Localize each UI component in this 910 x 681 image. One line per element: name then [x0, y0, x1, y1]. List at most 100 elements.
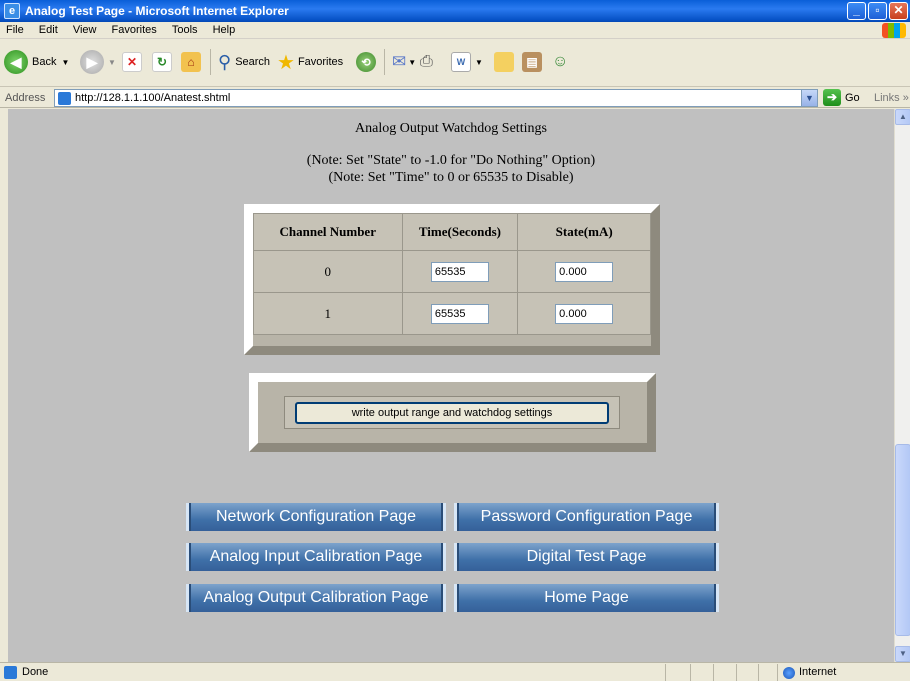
- scrollbar-thumb[interactable]: [895, 444, 910, 636]
- ie-icon: e: [4, 3, 20, 19]
- edit-icon: W: [451, 52, 471, 72]
- windows-logo-icon: [882, 23, 906, 38]
- page-icon: [58, 92, 71, 105]
- state-cell: 0.000: [517, 250, 651, 293]
- state-input-ch0[interactable]: 0.000: [555, 261, 614, 282]
- research-icon: ▤: [522, 52, 542, 72]
- menu-tools[interactable]: Tools: [166, 22, 204, 36]
- digital-test-link[interactable]: Digital Test Page: [454, 543, 719, 571]
- menu-file[interactable]: File: [0, 22, 30, 36]
- address-url[interactable]: http://128.1.1.100/Anatest.shtml: [75, 92, 230, 104]
- window-title: Analog Test Page - Microsoft Internet Ex…: [25, 4, 289, 18]
- menu-favorites[interactable]: Favorites: [106, 22, 163, 36]
- go-arrow-icon: ➔: [823, 89, 841, 106]
- print-button[interactable]: ⎙: [420, 47, 433, 77]
- time-input-ch1[interactable]: 65535: [430, 303, 489, 324]
- menu-help[interactable]: Help: [207, 22, 242, 36]
- state-input-ch1[interactable]: 0.000: [555, 303, 614, 324]
- address-input[interactable]: http://128.1.1.100/Anatest.shtml ▼: [54, 89, 818, 107]
- messenger-button[interactable]: ☺: [552, 47, 568, 77]
- chevron-down-icon: ▼: [475, 57, 483, 67]
- print-icon: ⎙: [420, 53, 433, 70]
- address-bar: Address http://128.1.1.100/Anatest.shtml…: [0, 88, 910, 108]
- toolbar-separator: [384, 49, 385, 75]
- table-row: 0 65535 0.000: [253, 250, 651, 293]
- stop-button[interactable]: ✕: [122, 47, 142, 77]
- search-label: Search: [235, 56, 271, 68]
- back-label: Back: [32, 56, 57, 68]
- chevron-down-icon: ▼: [61, 57, 70, 67]
- write-panel: write output range and watchdog settings: [249, 373, 656, 452]
- status-divider: [777, 664, 778, 681]
- stop-icon: ✕: [122, 52, 142, 72]
- folder-button[interactable]: [494, 47, 514, 77]
- scroll-down-arrow-icon[interactable]: ▼: [895, 646, 910, 662]
- time-input-ch0[interactable]: 65535: [430, 261, 489, 282]
- time-cell: 65535: [401, 250, 519, 293]
- watchdog-table: Channel Number Time(Seconds) State(mA) 0…: [253, 213, 651, 335]
- toolbar-separator: [210, 49, 211, 75]
- scroll-up-arrow-icon[interactable]: ▲: [895, 109, 910, 125]
- security-zone: Internet: [799, 666, 837, 678]
- title-bar: e Analog Test Page - Microsoft Internet …: [0, 0, 910, 22]
- state-cell: 0.000: [517, 292, 651, 335]
- channel-number-cell: 1: [253, 292, 403, 335]
- search-button[interactable]: ⚲ Search: [218, 47, 270, 77]
- favorites-label: Favorites: [297, 56, 344, 68]
- go-label: Go: [845, 91, 860, 104]
- history-button[interactable]: ⟲: [356, 47, 376, 77]
- links-button[interactable]: Links »: [874, 92, 909, 104]
- table-row: 1 65535 0.000: [253, 292, 651, 335]
- chevron-down-icon: ▼: [108, 57, 116, 67]
- history-icon: ⟲: [356, 52, 376, 72]
- header-channel-number: Channel Number: [253, 213, 403, 251]
- search-icon: ⚲: [218, 51, 232, 72]
- toolbar: ◀ Back ▼ ▶ ▼ ✕ ↻ ⌂ ⚲ Search ★ Favorites …: [0, 39, 910, 87]
- maximize-button[interactable]: ▫: [868, 2, 887, 20]
- status-bar: Done Internet: [0, 662, 910, 681]
- favorites-button[interactable]: ★ Favorites: [277, 47, 343, 77]
- page-heading: Analog Output Watchdog Settings: [355, 121, 547, 136]
- back-arrow-icon: ◀: [4, 50, 28, 74]
- header-time-seconds: Time(Seconds): [401, 213, 519, 251]
- address-label: Address: [5, 92, 46, 104]
- vertical-scrollbar[interactable]: ▲ ▼: [894, 109, 910, 662]
- home-page-link[interactable]: Home Page: [454, 584, 719, 612]
- back-button[interactable]: ◀ Back ▼: [4, 47, 69, 77]
- star-icon: ★: [277, 51, 295, 74]
- menu-bar: File Edit View Favorites Tools Help: [0, 22, 910, 39]
- password-configuration-link[interactable]: Password Configuration Page: [454, 503, 719, 531]
- note-time: (Note: Set "Time" to 0 or 65535 to Disab…: [328, 170, 574, 185]
- research-button[interactable]: ▤: [522, 47, 542, 77]
- home-icon: ⌂: [181, 52, 201, 72]
- network-configuration-link[interactable]: Network Configuration Page: [186, 503, 446, 531]
- address-dropdown-icon[interactable]: ▼: [801, 90, 817, 106]
- go-button[interactable]: ➔ Go: [823, 89, 860, 106]
- home-button[interactable]: ⌂: [181, 47, 201, 77]
- chevron-down-icon: ▼: [408, 57, 417, 67]
- header-state-ma: State(mA): [517, 213, 651, 251]
- folder-icon: [494, 52, 514, 72]
- minimize-button[interactable]: _: [847, 2, 866, 20]
- mail-button[interactable]: ✉ ▼: [392, 47, 416, 77]
- close-button[interactable]: ✕: [889, 2, 908, 20]
- status-divider: [690, 664, 691, 681]
- edit-button[interactable]: W ▼: [451, 47, 483, 77]
- time-cell: 65535: [401, 292, 519, 335]
- forward-button[interactable]: ▶ ▼: [80, 47, 116, 77]
- refresh-icon: ↻: [152, 52, 172, 72]
- status-divider: [758, 664, 759, 681]
- write-settings-button[interactable]: write output range and watchdog settings: [295, 402, 609, 424]
- analog-input-calibration-link[interactable]: Analog Input Calibration Page: [186, 543, 446, 571]
- menu-edit[interactable]: Edit: [33, 22, 64, 36]
- status-text: Done: [22, 666, 49, 678]
- status-divider: [713, 664, 714, 681]
- watchdog-panel: Channel Number Time(Seconds) State(mA) 0…: [244, 204, 660, 355]
- page-content: Analog Output Watchdog Settings (Note: S…: [8, 109, 894, 662]
- note-state: (Note: Set "State" to -1.0 for "Do Nothi…: [306, 153, 596, 168]
- refresh-button[interactable]: ↻: [152, 47, 172, 77]
- channel-number-cell: 0: [253, 250, 403, 293]
- menu-view[interactable]: View: [67, 22, 103, 36]
- page-done-icon: [4, 666, 17, 679]
- analog-output-calibration-link[interactable]: Analog Output Calibration Page: [186, 584, 446, 612]
